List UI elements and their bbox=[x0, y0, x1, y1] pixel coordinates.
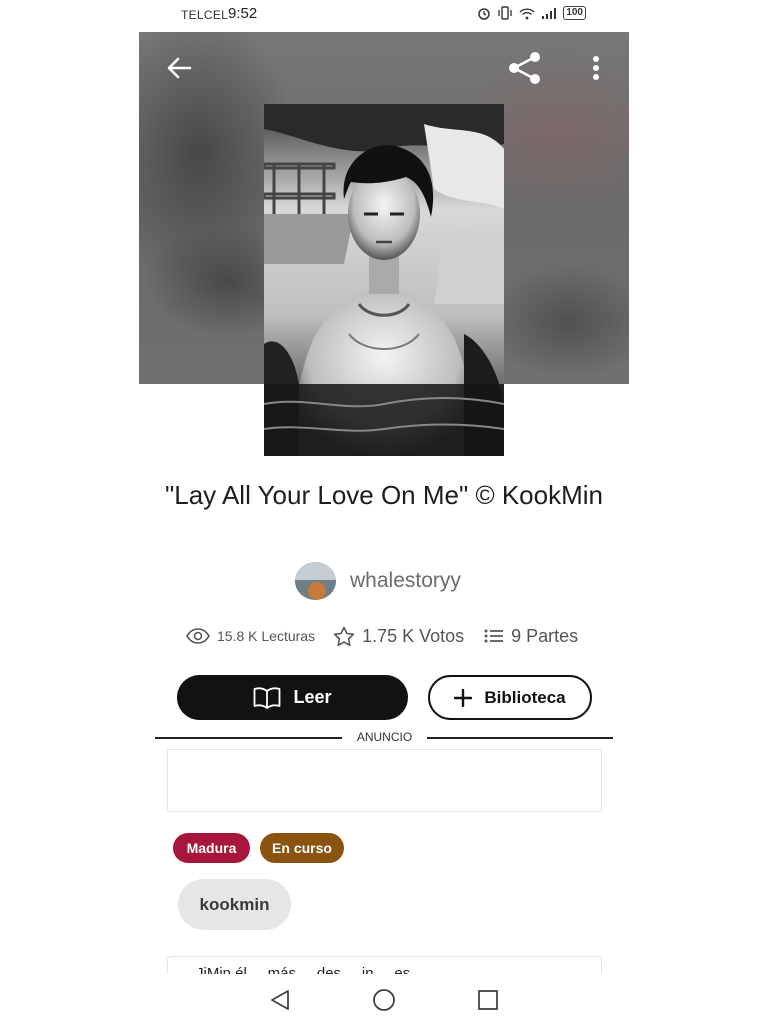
cover-art bbox=[264, 104, 504, 456]
tag-chip[interactable]: kookmin bbox=[178, 879, 291, 930]
author-link[interactable]: whalestoryy bbox=[295, 561, 461, 601]
parts-count: 9 Partes bbox=[511, 625, 579, 646]
votes-count: 1.75 K Votos bbox=[362, 625, 465, 646]
alarm-icon bbox=[478, 8, 491, 20]
book-open-icon bbox=[254, 687, 281, 709]
ad-label: ANUNCIO bbox=[356, 730, 413, 744]
arrow-left-icon bbox=[167, 57, 192, 79]
author-name: whalestoryy bbox=[350, 569, 461, 592]
avatar bbox=[295, 562, 336, 600]
list-icon bbox=[484, 629, 504, 643]
star-icon bbox=[333, 626, 355, 646]
status-badge: En curso bbox=[260, 833, 344, 863]
nav-recents-button[interactable] bbox=[474, 986, 502, 1014]
battery-indicator: 100 bbox=[563, 6, 586, 20]
back-button[interactable] bbox=[159, 48, 199, 88]
description-card[interactable]: JiMin él ... más ... des ... in ... es .… bbox=[167, 956, 602, 974]
read-button[interactable]: Leer bbox=[177, 675, 408, 720]
more-options-button[interactable] bbox=[576, 48, 616, 88]
share-icon bbox=[509, 52, 540, 84]
reads-stat: 15.8 K Lecturas bbox=[186, 628, 315, 644]
signal-icon bbox=[542, 7, 557, 19]
story-title: "Lay All Your Love On Me" © KookMin bbox=[165, 480, 603, 510]
ad-slot[interactable] bbox=[167, 749, 602, 812]
votes-stat: 1.75 K Votos bbox=[333, 626, 464, 647]
wifi-icon bbox=[519, 7, 535, 19]
ad-label-row: ANUNCIO bbox=[155, 728, 613, 746]
nav-back-button[interactable] bbox=[266, 986, 294, 1014]
status-icons: 100 bbox=[477, 6, 586, 20]
divider bbox=[155, 737, 342, 739]
parts-stat: 9 Partes bbox=[484, 626, 578, 647]
eye-icon bbox=[186, 628, 210, 644]
story-cover-image[interactable] bbox=[264, 104, 504, 456]
divider bbox=[427, 737, 613, 739]
nav-home-button[interactable] bbox=[370, 986, 398, 1014]
circle-home-icon bbox=[373, 989, 395, 1011]
clock: 9:52 bbox=[228, 5, 258, 22]
read-button-label: Leer bbox=[293, 687, 332, 707]
more-vertical-icon bbox=[593, 56, 599, 80]
add-to-library-button[interactable]: Biblioteca bbox=[428, 675, 592, 720]
vibrate-icon bbox=[498, 6, 512, 20]
reads-count: 15.8 K Lecturas bbox=[217, 628, 316, 644]
carrier-name: TELCEL bbox=[181, 8, 229, 22]
description-text: JiMin él ... más ... des ... in ... es .… bbox=[196, 965, 427, 974]
square-recents-icon bbox=[478, 990, 498, 1010]
triangle-back-icon bbox=[271, 990, 289, 1010]
mature-badge: Madura bbox=[173, 833, 250, 863]
plus-icon bbox=[454, 688, 473, 707]
share-button[interactable] bbox=[505, 48, 545, 88]
story-stats: 15.8 K Lecturas 1.75 K Votos 9 Partes bbox=[186, 622, 578, 650]
library-button-label: Biblioteca bbox=[484, 687, 566, 707]
system-nav-bar bbox=[0, 975, 768, 1024]
status-bar: TELCEL 9:52 100 bbox=[0, 0, 768, 30]
